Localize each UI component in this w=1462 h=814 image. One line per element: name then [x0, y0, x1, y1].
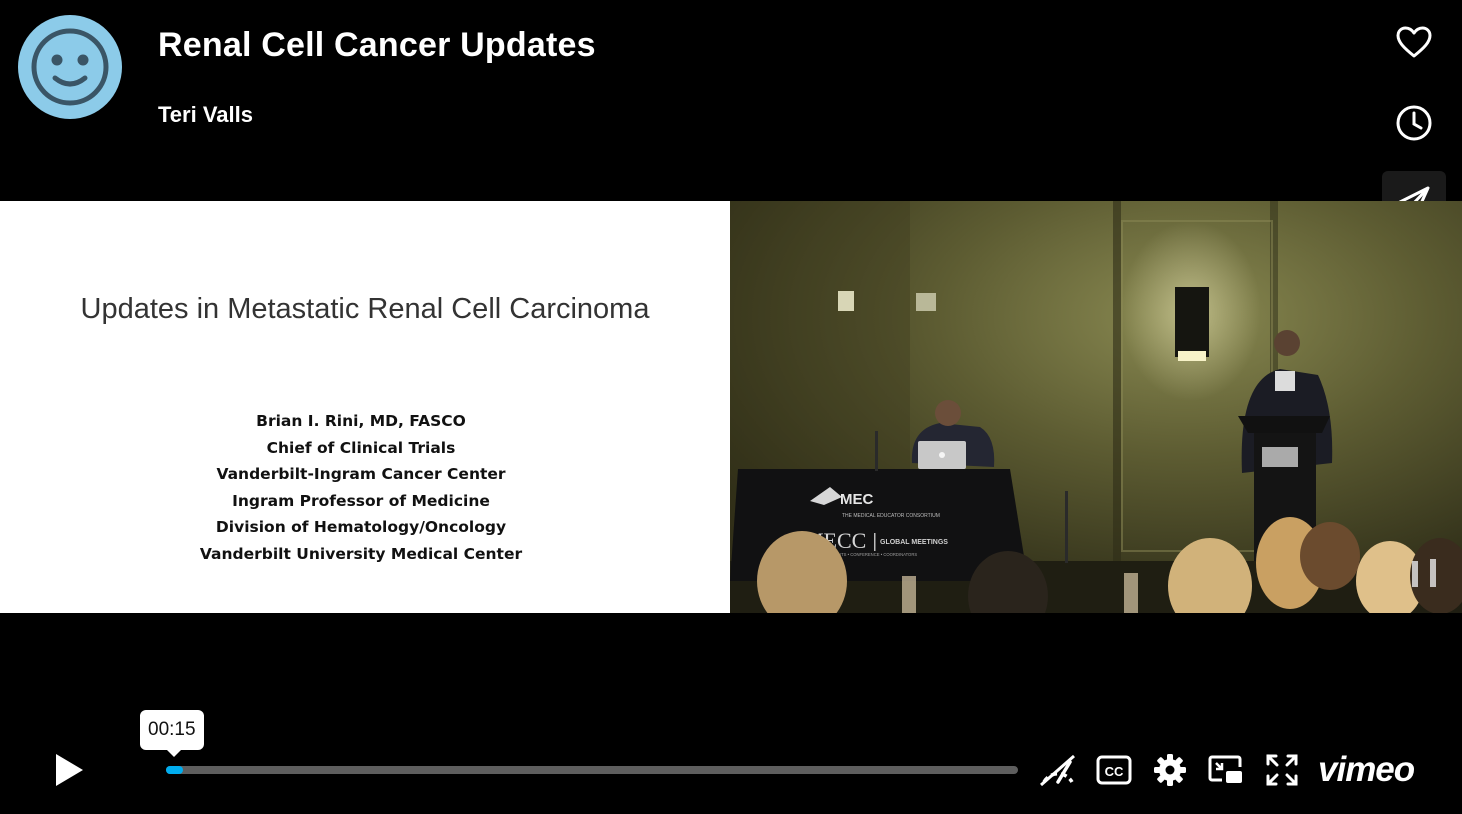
video-frame[interactable]: Updates in Metastatic Renal Cell Carcino… — [0, 201, 1462, 613]
captions-icon: CC — [1096, 755, 1132, 785]
slide-line: Ingram Professor of Medicine — [232, 491, 490, 510]
picture-in-picture-icon — [1208, 755, 1242, 783]
picture-in-picture-button[interactable] — [1204, 748, 1248, 792]
progress-fill — [166, 766, 184, 774]
slide-line: Vanderbilt University Medical Center — [199, 544, 523, 563]
slide-credits: Brian I. Rini, MD, FASCO Chief of Clinic… — [0, 408, 722, 567]
svg-text:CC: CC — [1105, 764, 1124, 779]
captions-button[interactable]: CC — [1092, 748, 1136, 792]
progress-bar[interactable] — [166, 766, 1018, 774]
play-button[interactable] — [40, 748, 98, 792]
smiley-icon — [31, 28, 109, 106]
slide-line: Chief of Clinical Trials — [266, 438, 456, 457]
speed-button[interactable] — [1036, 748, 1080, 792]
slide-title: Updates in Metastatic Renal Cell Carcino… — [80, 293, 650, 325]
vimeo-logo[interactable]: vimeo — [1318, 748, 1415, 792]
slide-line: Vanderbilt-Ingram Cancer Center — [216, 465, 506, 483]
watch-later-button[interactable] — [1382, 91, 1446, 155]
clock-icon — [1396, 105, 1432, 141]
settings-icon — [1154, 754, 1186, 786]
avatar[interactable] — [18, 15, 122, 119]
author-name[interactable]: Teri Valls — [158, 102, 253, 128]
fullscreen-button[interactable] — [1260, 748, 1304, 792]
video-title[interactable]: Renal Cell Cancer Updates — [158, 26, 596, 65]
player-controls: CC vimeo — [0, 740, 1462, 800]
heart-icon — [1396, 26, 1432, 58]
settings-button[interactable] — [1148, 748, 1192, 792]
slide-line: Division of Hematology/Oncology — [215, 518, 507, 536]
presentation-slide: Updates in Metastatic Renal Cell Carcino… — [0, 201, 730, 613]
conference-stage-video: MEC THE MEDICAL EDUCATOR CONSORTIUM MECC… — [730, 201, 1462, 613]
fullscreen-icon — [1266, 754, 1298, 786]
table-banner-logo: MEC — [840, 491, 874, 508]
play-icon — [56, 754, 83, 786]
table-banner-global: GLOBAL MEETINGS — [880, 539, 948, 546]
slide-line: Brian I. Rini, MD, FASCO — [256, 412, 466, 430]
table-banner-subtitle: THE MEDICAL EDUCATOR CONSORTIUM — [842, 513, 940, 519]
like-button[interactable] — [1382, 10, 1446, 74]
speed-icon — [1040, 754, 1075, 787]
